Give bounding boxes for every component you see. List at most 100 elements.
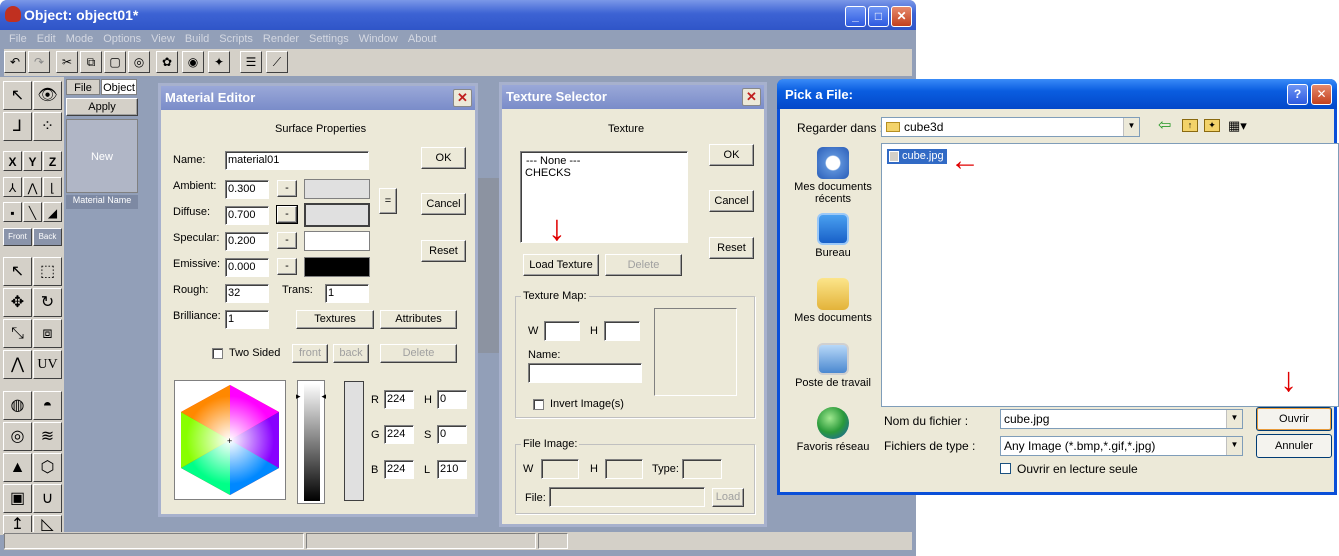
texture-reset-button[interactable]: Reset [709, 237, 754, 259]
undo-icon[interactable]: ↶ [4, 51, 26, 73]
menu-object[interactable]: View [146, 30, 180, 45]
emissive-dash-button[interactable]: - [277, 258, 297, 275]
places-documents[interactable]: Mes documents [788, 278, 878, 324]
specular-color-swatch[interactable] [304, 231, 370, 251]
cone-axes-icon[interactable]: ⋀ [23, 177, 42, 197]
l-input[interactable]: 210 [437, 460, 467, 479]
b-input[interactable]: 224 [384, 460, 414, 479]
front-button[interactable]: front [292, 344, 328, 363]
rotate-icon[interactable]: ↻ [33, 288, 62, 317]
file-list[interactable]: cube.jpg [881, 143, 1339, 407]
emissive-color-swatch[interactable] [304, 257, 370, 277]
places-network[interactable]: Favoris réseau [788, 407, 878, 453]
uv-button[interactable]: UV [33, 350, 62, 379]
material-editor-close-button[interactable]: ✕ [453, 89, 472, 107]
menu-scripts[interactable]: Render [258, 30, 304, 45]
bend-icon[interactable]: ⋀ [3, 350, 32, 379]
minimize-button[interactable]: _ [845, 6, 866, 27]
specular-dash-button[interactable]: - [277, 232, 297, 249]
color-hexagon[interactable]: + [175, 381, 285, 499]
wave-icon[interactable]: ≋ [33, 422, 62, 451]
invert-image-checkbox[interactable] [533, 399, 544, 410]
trans-input[interactable]: 1 [325, 284, 369, 303]
sphere-icon[interactable]: ◍ [3, 391, 32, 420]
dot-icon[interactable]: ▪ [3, 202, 22, 222]
view-z-button[interactable]: Z [43, 151, 62, 171]
graph-icon[interactable]: ⟋ [266, 51, 288, 73]
map-name-input[interactable] [528, 363, 642, 383]
emissive-input[interactable]: 0.000 [225, 258, 269, 277]
specular-input[interactable]: 0.200 [225, 232, 269, 251]
copy-icon[interactable]: ⧉ [80, 51, 102, 73]
axis-icon[interactable]: ⅃ [3, 112, 32, 141]
apply-button[interactable]: Apply [66, 98, 138, 116]
r-input[interactable]: 224 [384, 390, 414, 409]
list-icon[interactable]: ☰ [240, 51, 262, 73]
menu-edit[interactable]: Edit [32, 30, 61, 45]
menu-options[interactable]: Options [98, 30, 146, 45]
map-w-input[interactable] [544, 321, 580, 341]
light-icon[interactable]: ✦ [208, 51, 230, 73]
places-recent[interactable]: Mes documents récents [788, 147, 878, 205]
load-texture-button[interactable]: Load Texture [523, 254, 599, 276]
readonly-checkbox[interactable] [1000, 463, 1011, 474]
view-y-button[interactable]: Y [23, 151, 42, 171]
paste-icon[interactable]: ▢ [104, 51, 126, 73]
menu-build[interactable]: Scripts [214, 30, 258, 45]
cube-icon[interactable]: ⬡ [33, 453, 62, 482]
points-icon[interactable]: ✿ [156, 51, 178, 73]
ambient-input[interactable]: 0.300 [225, 180, 269, 199]
torus-icon[interactable]: ◎ [3, 422, 32, 451]
file-tab[interactable]: File [66, 79, 100, 95]
pointer-icon[interactable]: ↖ [3, 257, 32, 286]
ambient-color-swatch[interactable] [304, 179, 370, 199]
move-icon[interactable]: ✥ [3, 288, 32, 317]
corner-icon[interactable]: ⌊ [43, 177, 62, 197]
texture-list[interactable]: --- None --- CHECKS [520, 151, 688, 243]
delete-button[interactable]: Delete [380, 344, 457, 363]
scale-icon[interactable]: ⤡ [3, 319, 32, 348]
load-button[interactable]: Load [712, 488, 744, 507]
map-h-input[interactable] [604, 321, 640, 341]
cut-icon[interactable]: ✂ [56, 51, 78, 73]
diffuse-color-swatch[interactable] [304, 203, 370, 227]
magnet-icon[interactable]: ∪ [33, 484, 62, 513]
texture-selector-title-bar[interactable]: Texture Selector [502, 85, 764, 109]
clear-icon[interactable]: ◎ [128, 51, 150, 73]
axes3d-icon[interactable]: ⅄ [3, 177, 22, 197]
brilliance-input[interactable]: 1 [225, 310, 269, 329]
equals-button[interactable]: = [379, 188, 397, 214]
ok-button[interactable]: OK [421, 147, 466, 169]
texture-cancel-button[interactable]: Cancel [709, 190, 754, 212]
texture-selector-close-button[interactable]: ✕ [742, 88, 761, 106]
close-button[interactable]: ✕ [891, 6, 912, 27]
file-item[interactable]: cube.jpg [887, 149, 947, 164]
places-computer[interactable]: Poste de travail [788, 343, 878, 389]
pick-file-close-button[interactable]: ✕ [1311, 84, 1332, 105]
filetype-dropdown[interactable]: Any Image (*.bmp,*.gif,*.jpg) ▼ [1000, 436, 1243, 456]
menu-mode[interactable]: Mode [61, 30, 99, 45]
ambient-dash-button[interactable]: - [277, 180, 297, 197]
look-in-dropdown[interactable]: cube3d ▼ [881, 117, 1140, 137]
menu-file[interactable]: File [4, 30, 32, 45]
select-icon[interactable]: ↖ [3, 81, 32, 110]
name-input[interactable]: material01 [225, 151, 369, 170]
material-editor-title-bar[interactable]: Material Editor [161, 86, 475, 110]
object-tab[interactable]: Object [101, 79, 137, 95]
menu-settings[interactable]: Window [354, 30, 403, 45]
texture-delete-button[interactable]: Delete [605, 254, 682, 276]
open-button[interactable]: Ouvrir [1256, 407, 1332, 431]
texture-list-item[interactable]: CHECKS [525, 167, 683, 179]
menu-window[interactable]: About [403, 30, 442, 45]
textures-button[interactable]: Textures [296, 310, 374, 329]
texture-ok-button[interactable]: OK [709, 144, 754, 166]
rough-input[interactable]: 32 [225, 284, 269, 303]
marquee-icon[interactable]: ⬚ [33, 257, 62, 286]
box-icon[interactable]: ▣ [3, 484, 32, 513]
g-input[interactable]: 224 [384, 425, 414, 444]
orbit-icon[interactable]: ◉ [182, 51, 204, 73]
diffuse-input[interactable]: 0.700 [225, 206, 269, 225]
menu-view[interactable]: Build [180, 30, 214, 45]
triangle-icon[interactable]: ◢ [43, 202, 62, 222]
shear-icon[interactable]: ⧈ [33, 319, 62, 348]
